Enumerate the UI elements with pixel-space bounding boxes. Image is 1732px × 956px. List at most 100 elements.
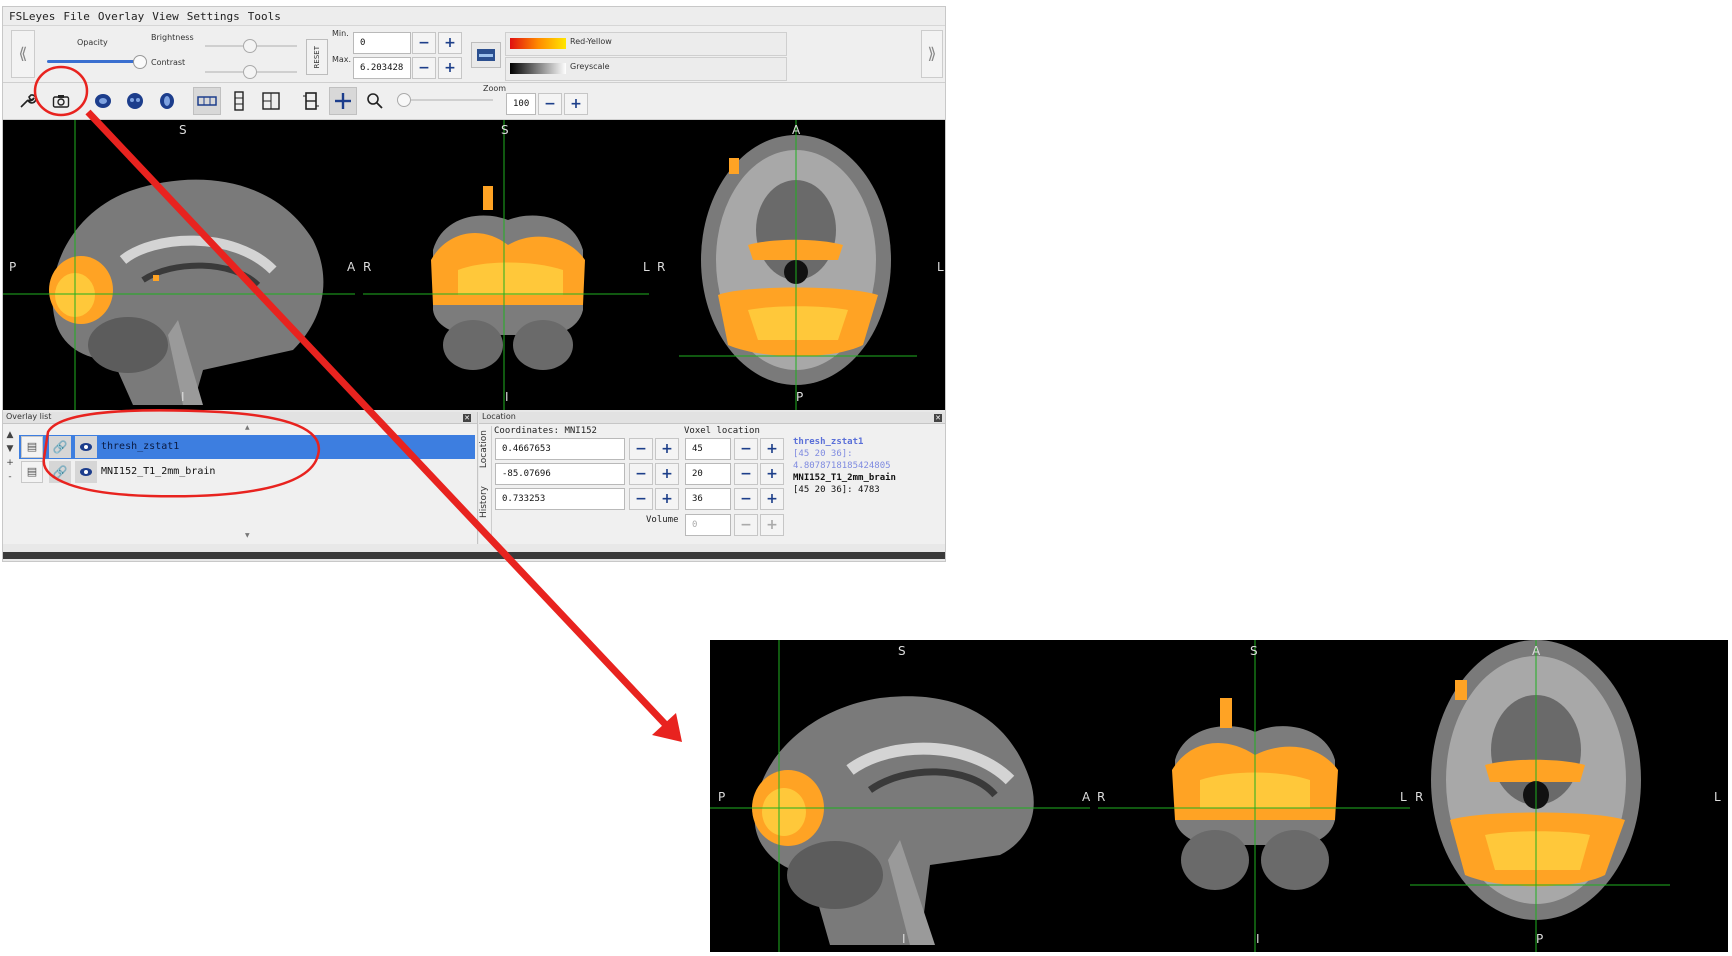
brightness-slider-handle[interactable]	[243, 39, 257, 53]
menu-fsleyes[interactable]: FSLeyes	[9, 10, 63, 23]
voxel-z-increment[interactable]: +	[760, 488, 784, 510]
voxel-z-field[interactable]: 36	[685, 488, 731, 510]
screenshot-sagittal-top-label: S	[898, 644, 906, 658]
movie-mode-button[interactable]	[297, 87, 325, 115]
screenshot-axial-top-label: A	[1532, 644, 1541, 658]
voxel-y-decrement[interactable]: −	[734, 463, 758, 485]
overlay-list-scroll-up[interactable]: ▲	[245, 424, 250, 431]
opacity-slider[interactable]	[47, 60, 145, 63]
zoom-slider[interactable]	[401, 99, 493, 101]
min-field[interactable]: 0	[353, 32, 411, 54]
overlay-item-1[interactable]: ▤ 🔗 thresh_zstat1	[19, 435, 475, 459]
volume-decrement[interactable]: −	[734, 514, 758, 536]
remove-overlay-button[interactable]: -	[5, 470, 15, 484]
location-close-icon[interactable]: ✕	[934, 414, 942, 422]
zoom-field[interactable]: 100	[506, 93, 536, 115]
zoom-slider-handle[interactable]	[397, 93, 411, 107]
screenshot-button[interactable]	[47, 87, 75, 115]
menu-settings[interactable]: Settings	[187, 10, 248, 23]
colormap-options-button[interactable]	[471, 42, 501, 68]
menu-overlay[interactable]: Overlay	[98, 10, 152, 23]
voxel-x-increment[interactable]: +	[760, 438, 784, 460]
voxel-y-increment[interactable]: +	[760, 463, 784, 485]
toolbar-scroll-left[interactable]: ⟪	[11, 30, 35, 78]
max-field[interactable]: 6.203428	[353, 57, 411, 79]
screenshot-sagittal-left-label: P	[718, 790, 726, 804]
toggle-sagittal-button[interactable]	[89, 87, 117, 115]
coord-y-increment[interactable]: +	[655, 463, 679, 485]
tab-history[interactable]: History	[479, 486, 489, 518]
coord-y-decrement[interactable]: −	[629, 463, 653, 485]
coord-x-decrement[interactable]: −	[629, 438, 653, 460]
voxel-y-field[interactable]: 20	[685, 463, 731, 485]
coord-z-decrement[interactable]: −	[629, 488, 653, 510]
overlay-list-scroll-down[interactable]: ▼	[245, 532, 250, 539]
toggle-cursor-button[interactable]	[329, 87, 357, 115]
tab-location[interactable]: Location	[479, 430, 489, 468]
ortho-canvas[interactable]	[3, 120, 945, 410]
overlay-link-icon[interactable]: 🔗	[49, 461, 71, 483]
volume-field[interactable]: 0	[685, 514, 731, 536]
voxel-x-field[interactable]: 45	[685, 438, 731, 460]
reset-label: RESET	[313, 45, 321, 69]
toggle-coronal-button[interactable]	[121, 87, 149, 115]
camera-icon	[52, 95, 70, 108]
screenshot-coronal-left-label: R	[1097, 790, 1106, 804]
colormap-2-selector[interactable]: Greyscale	[505, 57, 787, 81]
toolbar-scroll-right[interactable]: ⟫	[921, 30, 943, 78]
move-up-button[interactable]: ▲	[5, 428, 15, 442]
overlay-link-icon[interactable]: 🔗	[49, 436, 71, 458]
overlay-save-icon[interactable]: ▤	[21, 436, 43, 458]
zoom-mode-button[interactable]	[361, 87, 389, 115]
volume-increment[interactable]: +	[760, 514, 784, 536]
zoom-decrement-button[interactable]: −	[538, 93, 562, 115]
greyscale-swatch	[510, 63, 566, 74]
coord-z-field[interactable]: 0.733253	[495, 488, 625, 510]
min-decrement-button[interactable]: −	[412, 32, 436, 54]
voxel-z-decrement[interactable]: −	[734, 488, 758, 510]
menubar: FSLeyes File Overlay View Settings Tools	[3, 7, 945, 26]
toggle-axial-button[interactable]	[153, 87, 181, 115]
film-icon	[303, 92, 319, 110]
view-settings-button[interactable]	[13, 87, 41, 115]
zoom-increment-button[interactable]: +	[564, 93, 588, 115]
sagittal-top-label: S	[179, 123, 187, 137]
max-label: Max.	[332, 55, 352, 64]
screenshot-coronal-top-label: S	[1250, 644, 1258, 658]
overlay-list-close-icon[interactable]: ✕	[463, 414, 471, 422]
coord-x-field[interactable]: 0.4667653	[495, 438, 625, 460]
coronal-brain-icon	[127, 93, 143, 109]
contrast-slider-handle[interactable]	[243, 65, 257, 79]
overlay-visibility-eye-icon[interactable]	[75, 461, 97, 483]
colormap-1-selector[interactable]: Red-Yellow	[505, 32, 787, 56]
crosshair-plus-icon	[335, 93, 351, 109]
reset-button[interactable]: RESET	[306, 39, 328, 75]
layout-horizontal-button[interactable]	[193, 87, 221, 115]
coord-y-field[interactable]: -85.07696	[495, 463, 625, 485]
overlay-list-title: Overlay list	[3, 412, 477, 424]
layout-grid-button[interactable]	[257, 87, 285, 115]
info-overlay-2-value: [45 20 36]: 4783	[793, 485, 880, 495]
axial-right-label: L	[937, 260, 944, 274]
coord-z-increment[interactable]: +	[655, 488, 679, 510]
min-increment-button[interactable]: +	[438, 32, 462, 54]
layout-vertical-button[interactable]	[225, 87, 253, 115]
overlay-visibility-eye-icon[interactable]	[75, 436, 97, 458]
screenshot-sagittal-slice	[752, 696, 1034, 945]
menu-tools[interactable]: Tools	[248, 10, 289, 23]
menu-file[interactable]: File	[63, 10, 98, 23]
max-increment-button[interactable]: +	[438, 57, 462, 79]
add-overlay-button[interactable]: +	[5, 456, 15, 470]
screenshot-result: S P A I S R L I A R L P	[710, 640, 1728, 952]
overlay-item-2[interactable]: ▤ 🔗 MNI152_T1_2mm_brain	[19, 460, 475, 484]
coord-x-increment[interactable]: +	[655, 438, 679, 460]
move-down-button[interactable]: ▼	[5, 442, 15, 456]
location-title: Location	[479, 412, 945, 424]
opacity-slider-handle[interactable]	[133, 55, 147, 69]
axial-brain-icon	[160, 93, 174, 109]
menu-view[interactable]: View	[152, 10, 187, 23]
overlay-save-icon[interactable]: ▤	[21, 461, 43, 483]
max-decrement-button[interactable]: −	[412, 57, 436, 79]
voxel-x-decrement[interactable]: −	[734, 438, 758, 460]
sagittal-left-label: P	[9, 260, 17, 274]
